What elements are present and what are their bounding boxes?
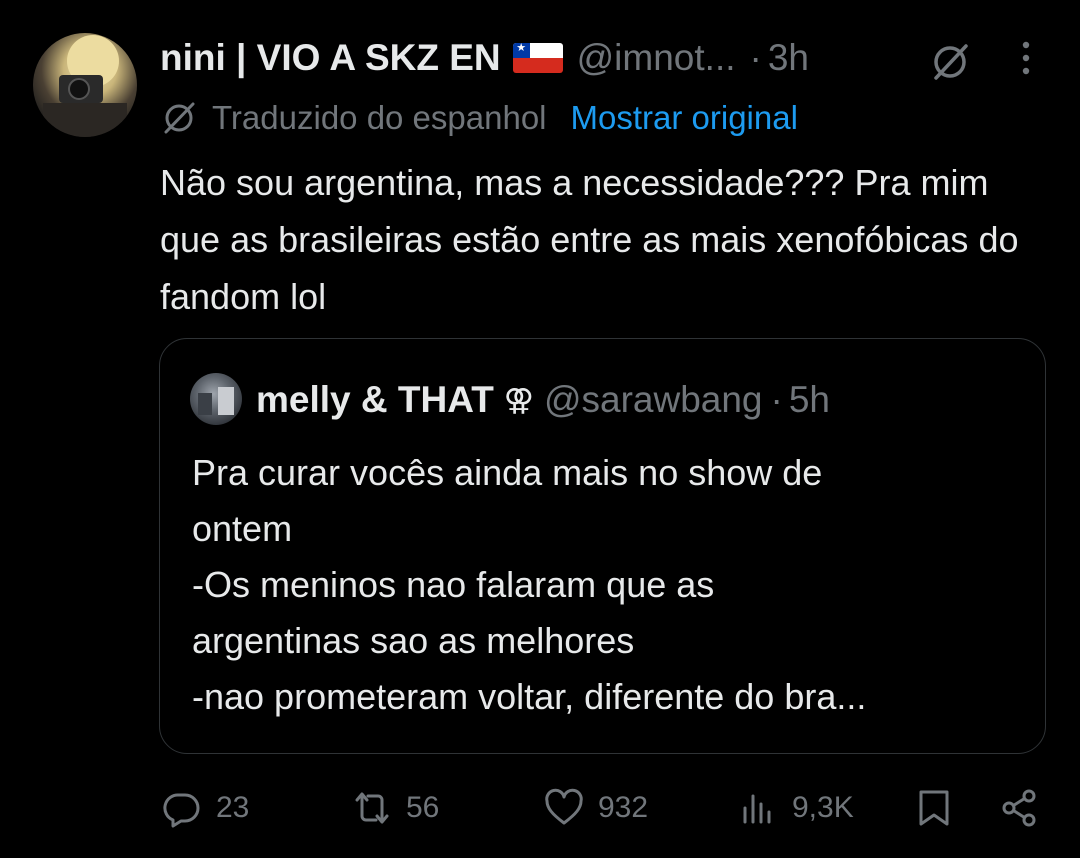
action-bar: 23 56 932 9,3K bbox=[0, 780, 1080, 836]
quoted-separator-dot: · bbox=[770, 379, 783, 420]
tweet[interactable]: nini | VIO A SKZ EN ★ @imnot... · 3h Tra… bbox=[0, 0, 1080, 858]
share-icon bbox=[1002, 789, 1036, 827]
quoted-avatar-photo-icon bbox=[198, 387, 234, 415]
reply-count: 23 bbox=[216, 791, 250, 824]
quoted-text-line: Pra curar vocês ainda mais no show de bbox=[192, 452, 823, 493]
translation-label: Traduzido do espanhol bbox=[212, 99, 547, 136]
reply-button[interactable]: 23 bbox=[162, 780, 249, 836]
bookmark-button[interactable] bbox=[914, 780, 954, 836]
author-handle[interactable]: @imnot... bbox=[577, 37, 736, 79]
translation-bar: Traduzido do espanhol Mostrar original bbox=[160, 96, 798, 140]
grok-icon[interactable] bbox=[928, 40, 972, 84]
quoted-tweet-time[interactable]: 5h bbox=[789, 379, 830, 421]
sapphic-symbol-icon: ⚢ bbox=[503, 383, 534, 417]
tweet-header: nini | VIO A SKZ EN ★ @imnot... · 3h bbox=[160, 36, 1060, 80]
quoted-tweet[interactable]: melly & THAT ⚢ @sarawbang · 5h Pra curar… bbox=[159, 338, 1046, 754]
like-button[interactable]: 932 bbox=[544, 780, 648, 836]
retweet-count: 56 bbox=[406, 791, 440, 824]
reply-icon bbox=[163, 793, 200, 828]
views-count: 9,3K bbox=[792, 791, 854, 824]
bookmark-icon bbox=[919, 790, 949, 826]
views-button[interactable]: 9,3K bbox=[738, 780, 854, 836]
quoted-text-line: ontem bbox=[192, 508, 293, 549]
author-avatar[interactable] bbox=[33, 33, 137, 137]
quoted-text-line: -Os meninos nao falaram que as bbox=[192, 564, 715, 605]
more-options-icon[interactable] bbox=[1016, 40, 1036, 76]
show-original-link[interactable]: Mostrar original bbox=[571, 99, 798, 137]
share-button[interactable] bbox=[1000, 780, 1040, 836]
author-display-name[interactable]: nini | VIO A SKZ EN bbox=[160, 37, 501, 79]
chile-flag-icon: ★ bbox=[512, 43, 563, 73]
views-chart-icon bbox=[743, 794, 771, 824]
quoted-author-handle[interactable]: @sarawbang bbox=[544, 379, 763, 421]
quoted-author-avatar[interactable] bbox=[190, 373, 242, 425]
quoted-tweet-header: melly & THAT ⚢ @sarawbang · 5h bbox=[256, 377, 830, 423]
tweet-text: Não sou argentina, mas a necessidade??? … bbox=[160, 162, 1019, 317]
translate-icon bbox=[164, 102, 195, 134]
quoted-text-line: argentinas sao as melhores bbox=[192, 620, 635, 661]
heart-icon bbox=[545, 788, 583, 825]
quoted-text-line: -nao prometeram voltar, diferente do bra… bbox=[192, 676, 867, 717]
retweet-button[interactable]: 56 bbox=[352, 780, 439, 836]
quoted-tweet-text: Pra curar vocês ainda mais no show de on… bbox=[192, 445, 1032, 725]
retweet-icon bbox=[355, 792, 389, 824]
tweet-time[interactable]: 3h bbox=[768, 37, 809, 79]
avatar-photo-icon bbox=[43, 35, 127, 137]
quoted-author-display-name[interactable]: melly & THAT bbox=[256, 379, 494, 421]
like-count: 932 bbox=[598, 791, 649, 824]
separator-dot: · bbox=[749, 37, 762, 78]
